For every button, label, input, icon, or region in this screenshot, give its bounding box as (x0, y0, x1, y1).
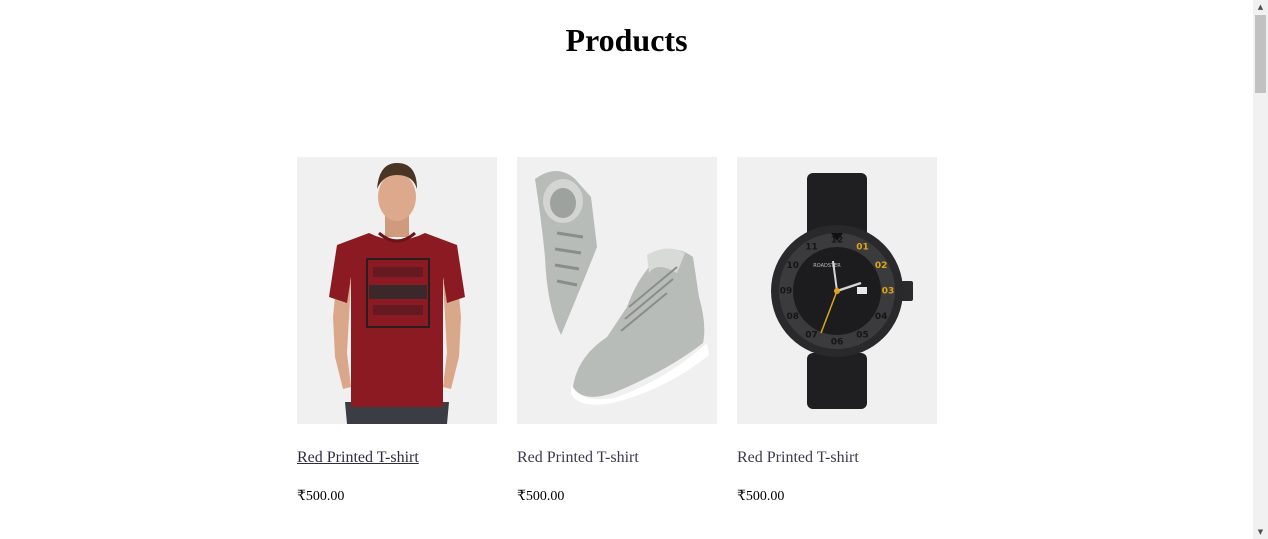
watch-numeral: 06 (831, 338, 844, 348)
product-name-link[interactable]: Red Printed T-shirt (297, 449, 419, 467)
watch-numeral: 10 (787, 261, 800, 271)
watch-numeral: 08 (787, 312, 800, 322)
watch-numeral: 01 (856, 242, 869, 252)
scroll-up-arrow-icon[interactable]: ▲ (1253, 0, 1268, 14)
watch-numeral: 02 (875, 261, 888, 271)
product-name-link[interactable]: Red Printed T-shirt (517, 449, 639, 467)
scrollbar-thumb[interactable] (1255, 15, 1266, 93)
watch-numeral: 03 (882, 287, 895, 297)
vertical-scrollbar[interactable]: ▲ ▼ (1253, 0, 1268, 539)
watch-numeral: 09 (780, 287, 793, 297)
watch-brand: ROADSTER (813, 263, 841, 269)
product-price: ₹500.00 (517, 489, 565, 504)
product-image[interactable] (517, 157, 717, 424)
scroll-down-arrow-icon[interactable]: ▼ (1253, 525, 1268, 539)
wristwatch-image: 01 02 03 04 05 06 07 08 09 10 11 12 ROADSTER (737, 157, 937, 424)
product-card[interactable]: 01 02 03 04 05 06 07 08 09 10 11 12 ROADSTER Red Pr… (737, 157, 937, 504)
page-title: Products (565, 22, 688, 58)
watch-numeral: 05 (856, 331, 869, 341)
product-image[interactable] (297, 157, 497, 424)
product-price: ₹500.00 (737, 489, 785, 504)
product-price: ₹500.00 (297, 489, 345, 504)
watch-numeral: 12 (831, 236, 844, 246)
watch-numeral: 04 (875, 312, 888, 322)
product-card[interactable]: Red Printed T-shirt ₹500.00 (517, 157, 717, 504)
watch-numeral: 07 (805, 331, 818, 341)
sneakers-image (517, 157, 717, 424)
tshirt-model-image (297, 157, 497, 424)
product-card[interactable]: Red Printed T-shirt ₹500.00 (297, 157, 497, 504)
product-name-link[interactable]: Red Printed T-shirt (737, 449, 859, 467)
watch-numeral: 11 (805, 242, 818, 252)
product-image[interactable]: 01 02 03 04 05 06 07 08 09 10 11 12 ROADSTER (737, 157, 937, 424)
